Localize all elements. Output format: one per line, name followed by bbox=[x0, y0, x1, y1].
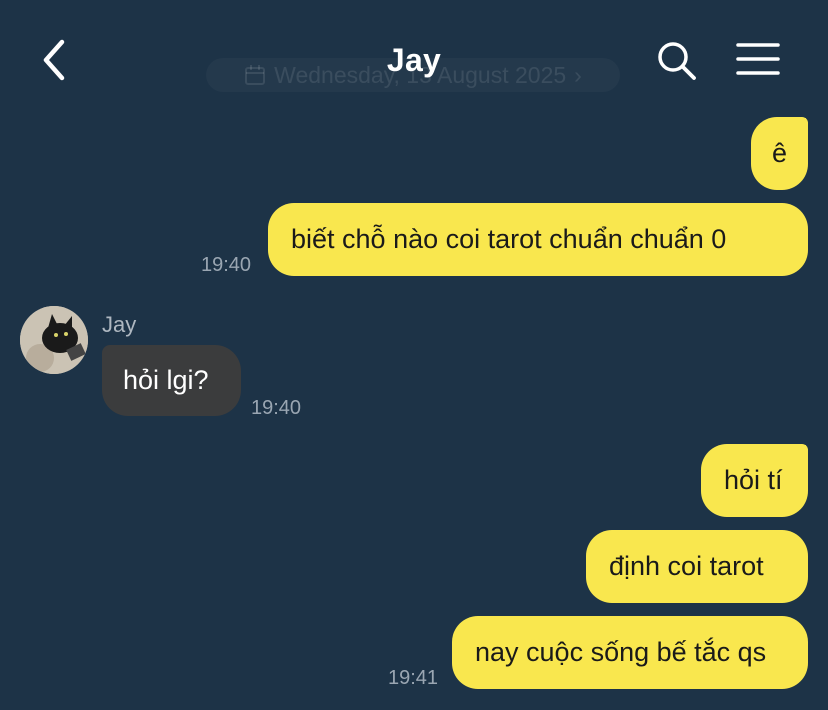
message-timestamp: 19:40 bbox=[251, 397, 302, 419]
message-text: ê bbox=[771, 138, 788, 168]
message-text: nay cuộc sống bế tắc qs bbox=[475, 637, 767, 667]
hamburger-menu-icon bbox=[736, 43, 780, 75]
avatar[interactable] bbox=[20, 306, 88, 374]
message-timestamp: 19:40 bbox=[201, 254, 252, 276]
chat-title: Jay bbox=[386, 42, 442, 78]
menu-button[interactable] bbox=[734, 40, 782, 80]
message-bubble-outgoing[interactable]: biết chỗ nào coi tarot chuẩn chuẩn 0 bbox=[268, 203, 808, 276]
message-bubble-outgoing[interactable]: ê bbox=[751, 117, 808, 190]
message-bubble-outgoing[interactable]: định coi tarot bbox=[586, 530, 808, 603]
message-text: định coi tarot bbox=[609, 551, 764, 581]
message-text: hỏi tí bbox=[724, 465, 783, 495]
message-bubble-outgoing[interactable]: nay cuộc sống bế tắc qs bbox=[452, 616, 808, 689]
sender-name: Jay bbox=[102, 312, 137, 337]
search-icon bbox=[658, 42, 696, 80]
chat-header: Wednesday, 13 August 2025 › Jay bbox=[0, 0, 828, 110]
message-text: hỏi lgi? bbox=[123, 365, 209, 395]
search-button[interactable] bbox=[654, 38, 700, 84]
message-timestamp: 19:41 bbox=[388, 667, 439, 689]
message-bubble-incoming[interactable]: hỏi lgi? bbox=[102, 345, 241, 416]
message-text: biết chỗ nào coi tarot chuẩn chuẩn 0 bbox=[291, 224, 727, 254]
message-bubble-outgoing[interactable]: hỏi tí bbox=[701, 444, 808, 517]
black-cat-avatar-icon bbox=[20, 306, 88, 374]
